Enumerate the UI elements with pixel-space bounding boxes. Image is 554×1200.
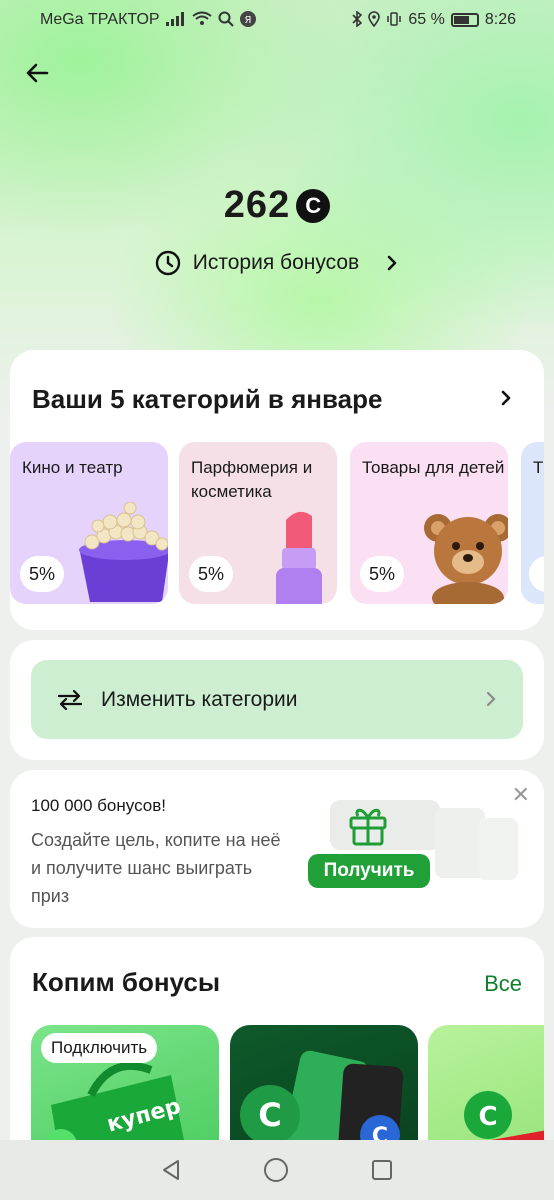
location-icon	[368, 10, 381, 30]
category-tile-perfume[interactable]: Парфюмерия и косметика 5%	[179, 442, 337, 604]
bonus-history-link[interactable]: История бонусов	[0, 250, 554, 276]
categories-card: Ваши 5 категорий в январе Кино и театр 5…	[10, 350, 544, 630]
teddy-bear-icon	[424, 514, 508, 604]
bonus-balance: 262 С	[0, 184, 554, 227]
status-right: 65 % 8:26	[352, 9, 516, 30]
balance-value: 262	[223, 184, 291, 226]
clock: 8:26	[484, 11, 516, 28]
change-categories-label: Изменить категории	[101, 687, 298, 711]
get-prize-button[interactable]: Получить	[308, 854, 430, 888]
category-tile-cinema[interactable]: Кино и театр 5%	[10, 442, 168, 604]
chevron-right-icon	[486, 691, 496, 707]
category-label: Парфюмерия и косметика	[191, 458, 313, 501]
save-bonuses-title: Копим бонусы	[32, 967, 221, 997]
category-tile-kids[interactable]: Товары для детей 5%	[350, 442, 508, 604]
promo-title: 100 000 бонусов!	[31, 796, 166, 815]
promo-text: Создайте цель, копите на неё и получите …	[31, 830, 281, 906]
category-label: Т	[533, 458, 544, 477]
category-tiles: Кино и театр 5% Парфюмерия и косметика 5…	[10, 442, 544, 604]
category-tile-partial[interactable]: Т 5	[521, 442, 544, 604]
nav-recents-icon[interactable]	[370, 1158, 394, 1182]
cashback-percent: 5%	[20, 556, 64, 592]
search-icon	[218, 11, 234, 30]
swap-arrows-icon	[57, 689, 83, 710]
bluetooth-icon	[352, 9, 363, 30]
status-left: MeGa ТРАКТОР Я	[40, 10, 256, 30]
arrow-left-icon	[26, 63, 49, 83]
lipstick-icon	[276, 511, 322, 604]
svg-text:C: C	[258, 1096, 281, 1134]
category-label: Кино и театр	[22, 458, 123, 477]
cashback-percent: 5%	[360, 556, 404, 592]
see-all-link[interactable]: Все	[484, 971, 522, 997]
status-bar: MeGa ТРАКТОР Я 65 % 8:26	[0, 0, 554, 40]
clock-icon	[155, 250, 180, 276]
change-categories-button[interactable]: Изменить категории	[31, 660, 523, 739]
gift-icon	[349, 808, 387, 846]
chevron-right-icon	[387, 255, 397, 271]
carrier-name: MeGa ТРАКТОР	[40, 11, 160, 28]
battery-percent: 65 %	[408, 11, 445, 28]
back-button[interactable]	[20, 56, 54, 90]
popcorn-icon	[79, 502, 168, 602]
battery-icon	[450, 13, 479, 27]
yandex-icon: Я	[239, 10, 256, 30]
promo-card: 100 000 бонусов! Создайте цель, копите н…	[10, 770, 544, 928]
sber-bonus-coin-icon: С	[296, 188, 331, 223]
categories-title: Ваши 5 категорий в январе	[32, 384, 383, 414]
svg-text:C: C	[478, 1102, 497, 1132]
change-categories-card: Изменить категории	[10, 640, 544, 760]
svg-text:Я: Я	[244, 15, 251, 26]
vibrate-icon	[386, 11, 402, 30]
wifi-icon	[191, 11, 212, 29]
signal-icon	[165, 11, 186, 29]
nav-back-icon[interactable]	[160, 1158, 182, 1182]
connect-badge: Подключить	[41, 1033, 158, 1063]
history-label: История бонусов	[192, 251, 360, 274]
category-label: Товары для детей	[362, 458, 505, 477]
system-navigation-bar	[0, 1140, 554, 1200]
chevron-right-icon[interactable]	[498, 386, 516, 410]
nav-home-icon[interactable]	[263, 1157, 289, 1183]
cashback-percent: 5%	[189, 556, 233, 592]
cashback-percent: 5	[529, 556, 544, 592]
